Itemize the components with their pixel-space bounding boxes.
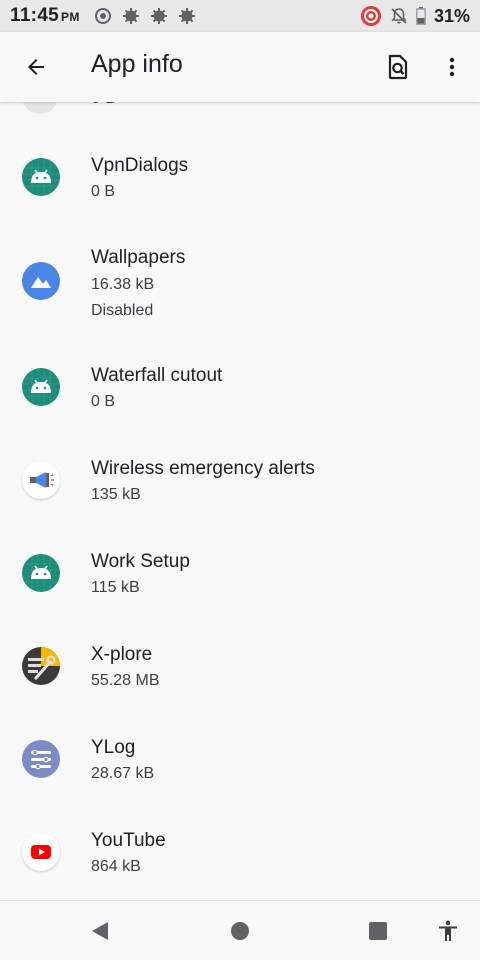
app-size: 0 B bbox=[91, 393, 116, 410]
arrow-back-icon bbox=[28, 59, 44, 75]
list-item-waterfall-cutout[interactable]: Waterfall cutout 0 B bbox=[0, 352, 480, 440]
nav-recents-button[interactable] bbox=[358, 911, 398, 951]
page-title: App info bbox=[91, 50, 183, 78]
search-apps-button[interactable] bbox=[378, 47, 418, 87]
app-name: Waterfall cutout bbox=[91, 365, 223, 386]
battery-percent: 31% bbox=[433, 5, 470, 26]
circle-home-icon bbox=[231, 922, 249, 940]
status-time: 11:45 PM bbox=[10, 5, 80, 27]
app-name: VpnDialogs bbox=[91, 155, 189, 176]
list-item-wallpapers[interactable]: Wallpapers 16.38 kB Disabled bbox=[0, 235, 480, 345]
bug-gear-icon bbox=[150, 8, 167, 24]
more-vert-icon bbox=[449, 57, 455, 77]
status-bar: 11:45 PM 31% bbox=[0, 0, 480, 32]
nav-back-button[interactable] bbox=[80, 911, 120, 951]
wallpapers-icon bbox=[22, 262, 60, 300]
list-item-youtube[interactable]: YouTube 864 kB bbox=[0, 817, 480, 900]
app-size: 0 B bbox=[91, 102, 117, 108]
list-item-work-setup[interactable]: Work Setup 115 kB bbox=[0, 538, 480, 626]
accessibility-button[interactable] bbox=[428, 911, 468, 951]
list-item-wireless-emergency-alerts[interactable]: Wireless emergency alerts 135 kB bbox=[0, 445, 480, 533]
list-item-vpndialogs[interactable]: VpnDialogs 0 B bbox=[0, 142, 480, 230]
app-name: YouTube bbox=[91, 830, 166, 851]
bug-gear-icon bbox=[122, 8, 139, 24]
status-time-value: 11:45 bbox=[10, 5, 60, 26]
more-options-button[interactable] bbox=[432, 47, 472, 87]
battery-icon bbox=[416, 7, 426, 25]
screen-record-icon bbox=[360, 6, 381, 26]
nav-home-button[interactable] bbox=[220, 911, 260, 951]
target-icon bbox=[94, 8, 111, 24]
app-bar: App info bbox=[0, 32, 480, 102]
triangle-back-icon bbox=[92, 922, 108, 940]
document-search-icon bbox=[388, 54, 408, 80]
navigation-bar bbox=[0, 900, 480, 960]
ylog-icon bbox=[22, 740, 60, 778]
accessibility-icon bbox=[439, 920, 457, 941]
app-size: 55.28 MB bbox=[91, 672, 160, 689]
status-time-ampm: PM bbox=[61, 10, 80, 24]
app-list[interactable]: 0 B VpnDialogs bbox=[0, 102, 480, 900]
notification-icons bbox=[94, 7, 196, 25]
app-name: X-plore bbox=[91, 644, 153, 665]
android-icon bbox=[22, 158, 60, 196]
app-name: Wireless emergency alerts bbox=[91, 458, 315, 479]
app-name: Work Setup bbox=[91, 551, 190, 572]
app-size: 864 kB bbox=[91, 858, 141, 875]
app-icon bbox=[22, 102, 58, 114]
megaphone-icon bbox=[22, 461, 60, 499]
app-name: Wallpapers bbox=[91, 247, 186, 268]
youtube-icon bbox=[22, 833, 60, 871]
app-size: 16.38 kB bbox=[91, 276, 155, 293]
app-name: YLog bbox=[91, 737, 136, 758]
list-item-x-plore[interactable]: X-plore 55.28 MB bbox=[0, 631, 480, 719]
status-right: 31% bbox=[360, 5, 470, 27]
app-size: 135 kB bbox=[91, 486, 141, 503]
app-size: 115 kB bbox=[91, 579, 140, 596]
app-size: 0 B bbox=[91, 183, 116, 200]
list-item-ylog[interactable]: YLog 28.67 kB bbox=[0, 724, 480, 812]
bug-gear-icon bbox=[178, 8, 195, 24]
back-button[interactable] bbox=[16, 47, 56, 87]
android-icon bbox=[22, 554, 60, 592]
android-icon bbox=[22, 368, 60, 406]
square-recents-icon bbox=[369, 922, 387, 940]
app-size: 28.67 kB bbox=[91, 765, 155, 782]
app-info-screen: 11:45 PM 31% App info VpnDialogs 0 B Wal… bbox=[0, 0, 480, 960]
xplore-icon bbox=[22, 647, 60, 685]
notifications-off-icon bbox=[391, 8, 407, 24]
app-status: Disabled bbox=[91, 302, 154, 319]
